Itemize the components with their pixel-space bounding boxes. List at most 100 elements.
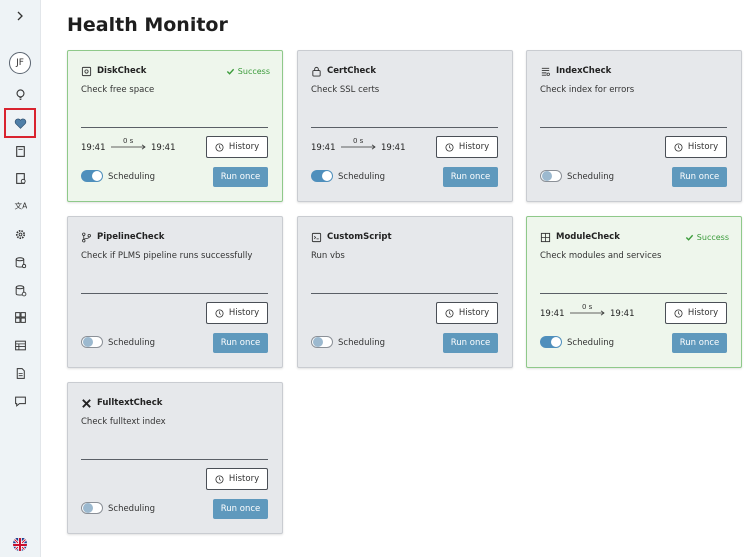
check-card-customscript: CustomScript Run vbs History Scheduling …: [297, 216, 513, 368]
card-description: Run vbs: [311, 251, 345, 261]
uk-flag-icon[interactable]: [13, 537, 27, 551]
run-times: 19:41 0 s 19:41: [311, 137, 421, 157]
sidebar-item-translation[interactable]: 文A: [6, 193, 34, 219]
page-title: Health Monitor: [67, 14, 228, 36]
card-title: DiskCheck: [97, 66, 147, 76]
translate-icon: 文A: [14, 200, 26, 210]
sidebar-item-messages[interactable]: [6, 388, 34, 414]
clock-icon: [215, 142, 224, 152]
clipboard-icon: [15, 172, 26, 184]
scheduling-toggle[interactable]: [311, 336, 333, 348]
gear-icon: [15, 229, 25, 239]
end-time: 19:41: [151, 143, 176, 153]
scheduling-toggle[interactable]: [540, 336, 562, 348]
card-description: Check free space: [81, 85, 155, 95]
scheduling-toggle[interactable]: [81, 170, 103, 182]
card-title: FulltextCheck: [97, 398, 163, 408]
history-button[interactable]: History: [665, 136, 727, 158]
check-card-diskcheck: DiskCheck Success Check free space 19:41…: [67, 50, 283, 202]
divider: [540, 293, 727, 294]
check-card-modulecheck: ModuleCheck Success Check modules and se…: [526, 216, 742, 368]
arrow-right-icon: [341, 144, 376, 150]
chat-icon: [14, 396, 26, 407]
sidebar-item-database-jobs[interactable]: [6, 277, 34, 303]
expand-sidebar-icon[interactable]: [12, 8, 28, 24]
sidebar-item-tables[interactable]: [6, 332, 34, 358]
end-time: 19:41: [381, 143, 406, 153]
card-title: ModuleCheck: [556, 232, 620, 242]
history-button[interactable]: History: [206, 302, 268, 324]
scheduling-toggle[interactable]: [81, 336, 103, 348]
sidebar-item-insights[interactable]: [6, 81, 34, 107]
clock-icon: [445, 308, 454, 318]
sidebar-item-settings[interactable]: [6, 221, 34, 247]
pipeline-icon: [81, 232, 92, 243]
run-once-button[interactable]: Run once: [213, 167, 268, 187]
check-card-fulltextcheck: FulltextCheck Check fulltext index Histo…: [67, 382, 283, 534]
clock-icon: [674, 308, 683, 318]
clock-icon: [215, 474, 224, 484]
run-once-button[interactable]: Run once: [213, 499, 268, 519]
script-icon: [311, 232, 322, 243]
sidebar-item-documents[interactable]: [6, 138, 34, 164]
svg-text:文A: 文A: [14, 200, 26, 210]
file-icon: [16, 367, 25, 379]
scheduling-toggle[interactable]: [81, 502, 103, 514]
run-once-button[interactable]: Run once: [672, 333, 727, 353]
book-icon: [15, 145, 25, 157]
scheduling-label: Scheduling: [108, 338, 155, 348]
history-button[interactable]: History: [206, 136, 268, 158]
scheduling-label: Scheduling: [338, 338, 385, 348]
grid-icon: [14, 311, 26, 323]
card-title: IndexCheck: [556, 66, 612, 76]
run-once-button[interactable]: Run once: [672, 167, 727, 187]
lightbulb-icon: [15, 88, 25, 100]
card-title: PipelineCheck: [97, 232, 165, 242]
card-description: Check fulltext index: [81, 417, 166, 427]
check-card-indexcheck: IndexCheck Check index for errors Histor…: [526, 50, 742, 202]
sidebar: JF 文A: [0, 0, 41, 557]
clock-icon: [215, 308, 224, 318]
card-description: Check SSL certs: [311, 85, 380, 95]
scheduling-toggle[interactable]: [540, 170, 562, 182]
run-times: 19:41 0 s 19:41: [81, 137, 191, 157]
run-times: 19:41 0 s 19:41: [540, 303, 650, 323]
sidebar-item-health-monitor[interactable]: [4, 108, 36, 138]
sidebar-item-modules[interactable]: [6, 304, 34, 330]
divider: [81, 459, 268, 460]
scheduling-label: Scheduling: [108, 504, 155, 514]
history-button[interactable]: History: [665, 302, 727, 324]
arrow-right-icon: [111, 144, 146, 150]
status-badge: Success: [226, 67, 270, 76]
card-description: Check if PLMS pipeline runs successfully: [81, 251, 253, 261]
start-time: 19:41: [311, 143, 336, 153]
run-once-button[interactable]: Run once: [443, 333, 498, 353]
scheduling-label: Scheduling: [567, 172, 614, 182]
status-badge: Success: [685, 233, 729, 242]
divider: [311, 127, 498, 128]
history-button[interactable]: History: [436, 302, 498, 324]
certificate-icon: [311, 66, 322, 77]
index-icon: [540, 66, 551, 77]
sidebar-item-reports[interactable]: [6, 360, 34, 386]
card-description: Check index for errors: [540, 85, 635, 95]
history-button[interactable]: History: [436, 136, 498, 158]
history-button[interactable]: History: [206, 468, 268, 490]
divider: [311, 293, 498, 294]
check-card-pipelinecheck: PipelineCheck Check if PLMS pipeline run…: [67, 216, 283, 368]
check-icon: [226, 68, 234, 75]
divider: [540, 127, 727, 128]
disk-icon: [81, 66, 92, 77]
run-once-button[interactable]: Run once: [443, 167, 498, 187]
avatar[interactable]: JF: [9, 52, 31, 74]
start-time: 19:41: [81, 143, 106, 153]
run-once-button[interactable]: Run once: [213, 333, 268, 353]
scheduling-label: Scheduling: [338, 172, 385, 182]
arrow-right-icon: [570, 310, 605, 316]
module-icon: [540, 232, 551, 243]
sidebar-item-database-settings[interactable]: [6, 249, 34, 275]
scheduling-toggle[interactable]: [311, 170, 333, 182]
start-time: 19:41: [540, 309, 565, 319]
table-icon: [14, 340, 26, 350]
sidebar-item-tasks[interactable]: [6, 165, 34, 191]
